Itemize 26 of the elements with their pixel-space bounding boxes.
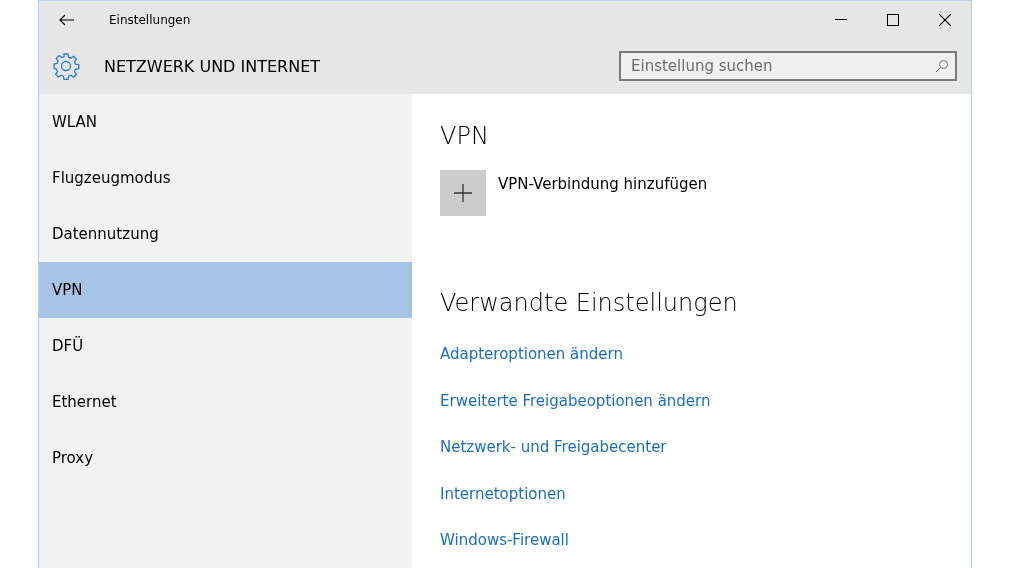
settings-link[interactable]: Windows-Firewall <box>440 517 569 564</box>
sidebar-item[interactable]: Proxy <box>39 430 412 486</box>
gear-icon <box>52 52 80 80</box>
plus-icon <box>454 184 472 202</box>
settings-link[interactable]: Adapteroptionen ändern <box>440 331 623 378</box>
add-button[interactable] <box>440 170 486 216</box>
section-title: VPN <box>440 122 490 150</box>
back-arrow-icon <box>59 13 75 26</box>
maximize-icon <box>887 13 899 26</box>
sidebar-item[interactable]: DFÜ <box>39 318 412 374</box>
settings-link[interactable]: Netzwerk- und Freigabecenter <box>440 424 667 471</box>
add-vpn-label: VPN-Verbindung hinzufügen <box>498 175 708 193</box>
page-title: NETZWERK UND INTERNET <box>104 56 322 76</box>
sidebar-item[interactable]: Ethernet <box>39 374 412 430</box>
related-settings-title: Verwandte Einstellungen <box>440 289 739 317</box>
minimize-icon <box>835 18 847 21</box>
sidebar-item[interactable]: WLAN <box>39 94 412 150</box>
close-icon <box>939 13 951 26</box>
settings-link[interactable]: Erweiterte Freigabeoptionen ändern <box>440 377 711 424</box>
search-field[interactable]: Einstellung suchen <box>619 51 957 81</box>
settings-link[interactable]: Internetoptionen <box>440 470 566 517</box>
sidebar-item[interactable]: VPN <box>39 262 412 318</box>
sidebar-item[interactable]: Datennutzung <box>39 206 412 262</box>
window-title: Einstellungen <box>109 12 192 27</box>
sidebar-item[interactable]: Flugzeugmodus <box>39 150 412 206</box>
search-icon <box>935 59 949 73</box>
